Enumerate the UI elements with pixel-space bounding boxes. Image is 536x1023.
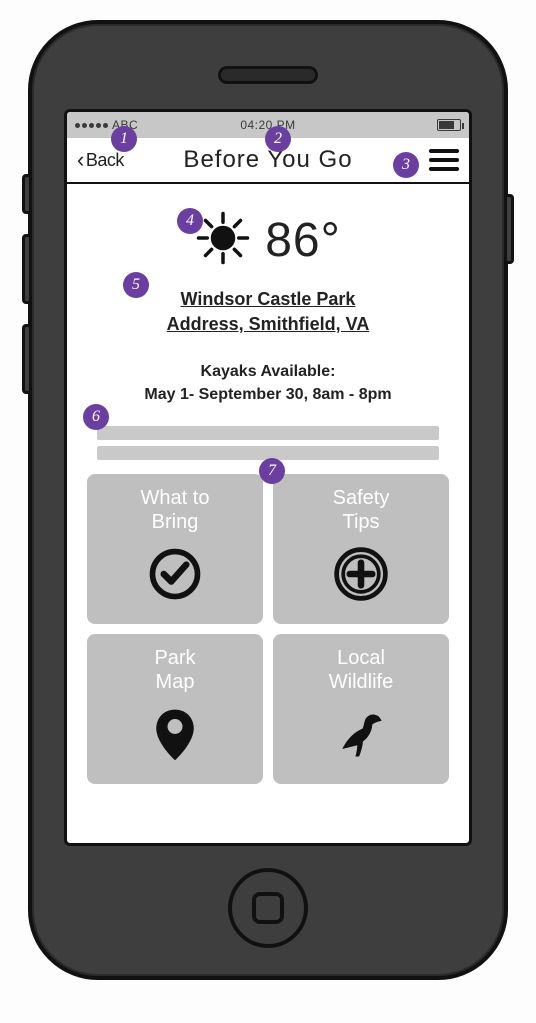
- card-park-map[interactable]: Park Map: [87, 634, 263, 784]
- side-button: [22, 324, 32, 394]
- card-label: Park Map: [154, 646, 195, 694]
- screen: ABC 04:20 PM ‹ Back Before You Go: [64, 109, 472, 846]
- availability-heading: Kayaks Available:: [87, 361, 449, 383]
- status-left: ABC: [75, 118, 138, 132]
- card-label: Safety Tips: [333, 486, 390, 534]
- location-name: Windsor Castle Park: [87, 287, 449, 312]
- card-safety-tips[interactable]: Safety Tips: [273, 474, 449, 624]
- phone-frame: ABC 04:20 PM ‹ Back Before You Go: [28, 20, 508, 980]
- map-pin-icon: [145, 704, 205, 764]
- clock: 04:20 PM: [240, 118, 295, 132]
- card-local-wildlife[interactable]: Local Wildlife: [273, 634, 449, 784]
- location-link[interactable]: Windsor Castle Park Address, Smithfield,…: [87, 287, 449, 337]
- location-address: Address, Smithfield, VA: [87, 312, 449, 337]
- page-title: Before You Go: [183, 146, 352, 174]
- back-label: Back: [86, 150, 124, 171]
- placeholder-text: [87, 426, 449, 460]
- plus-circle-icon: [331, 544, 391, 604]
- availability-block: Kayaks Available: May 1- September 30, 8…: [87, 361, 449, 406]
- signal-icon: [75, 123, 108, 128]
- carrier-label: ABC: [112, 118, 138, 132]
- battery-icon: [437, 119, 461, 131]
- side-button: [504, 194, 514, 264]
- side-button: [22, 174, 32, 214]
- sun-icon: [195, 210, 251, 271]
- card-label: What to Bring: [141, 486, 210, 534]
- content-area: 86° Windsor Castle Park Address, Smithfi…: [67, 184, 469, 843]
- check-circle-icon: [145, 544, 205, 604]
- card-what-to-bring[interactable]: What to Bring: [87, 474, 263, 624]
- nav-bar: ‹ Back Before You Go: [67, 138, 469, 184]
- bird-icon: [331, 704, 391, 764]
- temperature: 86°: [265, 213, 341, 268]
- back-button[interactable]: ‹ Back: [77, 147, 124, 173]
- card-label: Local Wildlife: [329, 646, 393, 694]
- chevron-left-icon: ‹: [77, 147, 84, 173]
- status-bar: ABC 04:20 PM: [67, 112, 469, 138]
- availability-detail: May 1- September 30, 8am - 8pm: [87, 384, 449, 406]
- menu-button[interactable]: [429, 149, 459, 171]
- weather-widget: 86°: [87, 210, 449, 271]
- home-button[interactable]: [228, 868, 308, 948]
- side-button: [22, 234, 32, 304]
- card-grid: What to Bring Safety Tips: [87, 474, 449, 784]
- phone-speaker: [218, 66, 318, 84]
